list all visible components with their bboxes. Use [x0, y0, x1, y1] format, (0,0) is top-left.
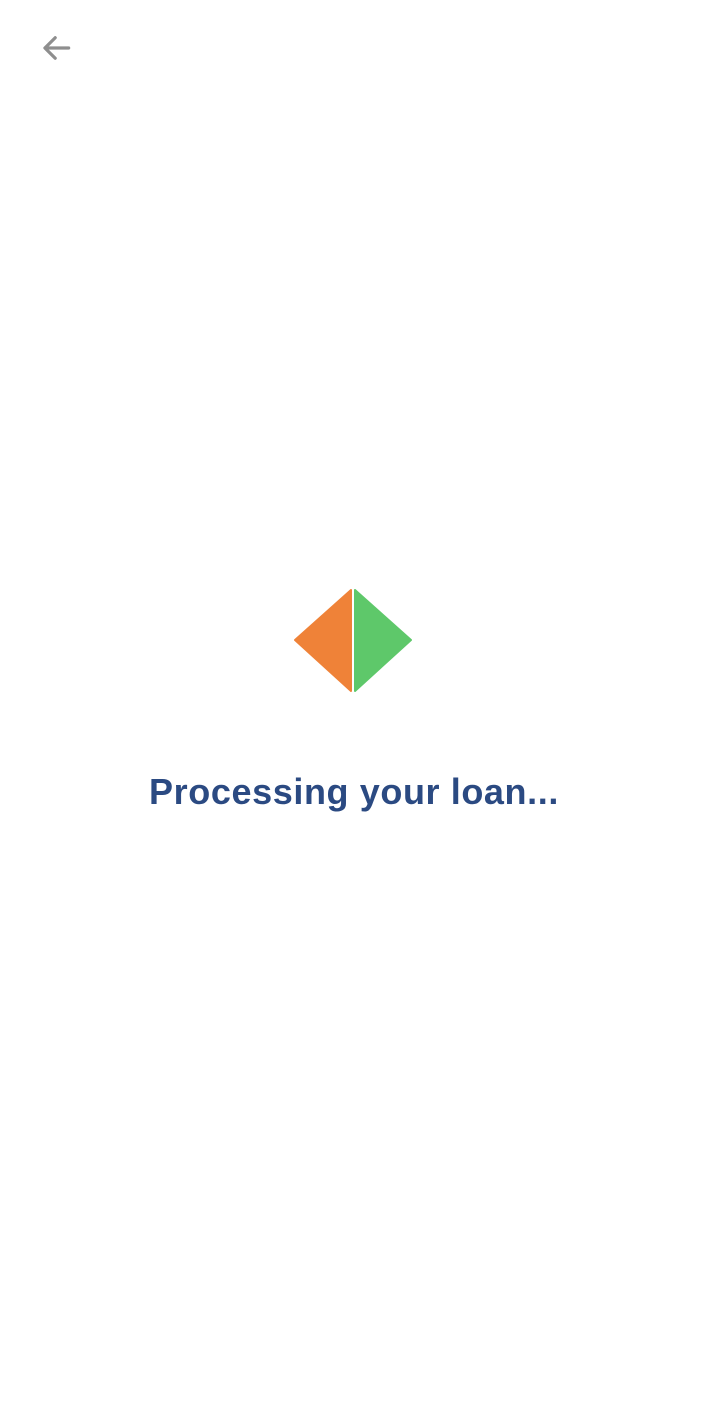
loan-processing-screen: Processing your loan...: [0, 0, 708, 1420]
back-button[interactable]: [30, 26, 82, 70]
processing-status-text: Processing your loan...: [149, 771, 559, 812]
app-logo: [294, 589, 412, 692]
arrow-left-icon: [37, 29, 75, 67]
logo-left-triangle: [294, 589, 352, 692]
logo-right-triangle: [354, 589, 412, 692]
